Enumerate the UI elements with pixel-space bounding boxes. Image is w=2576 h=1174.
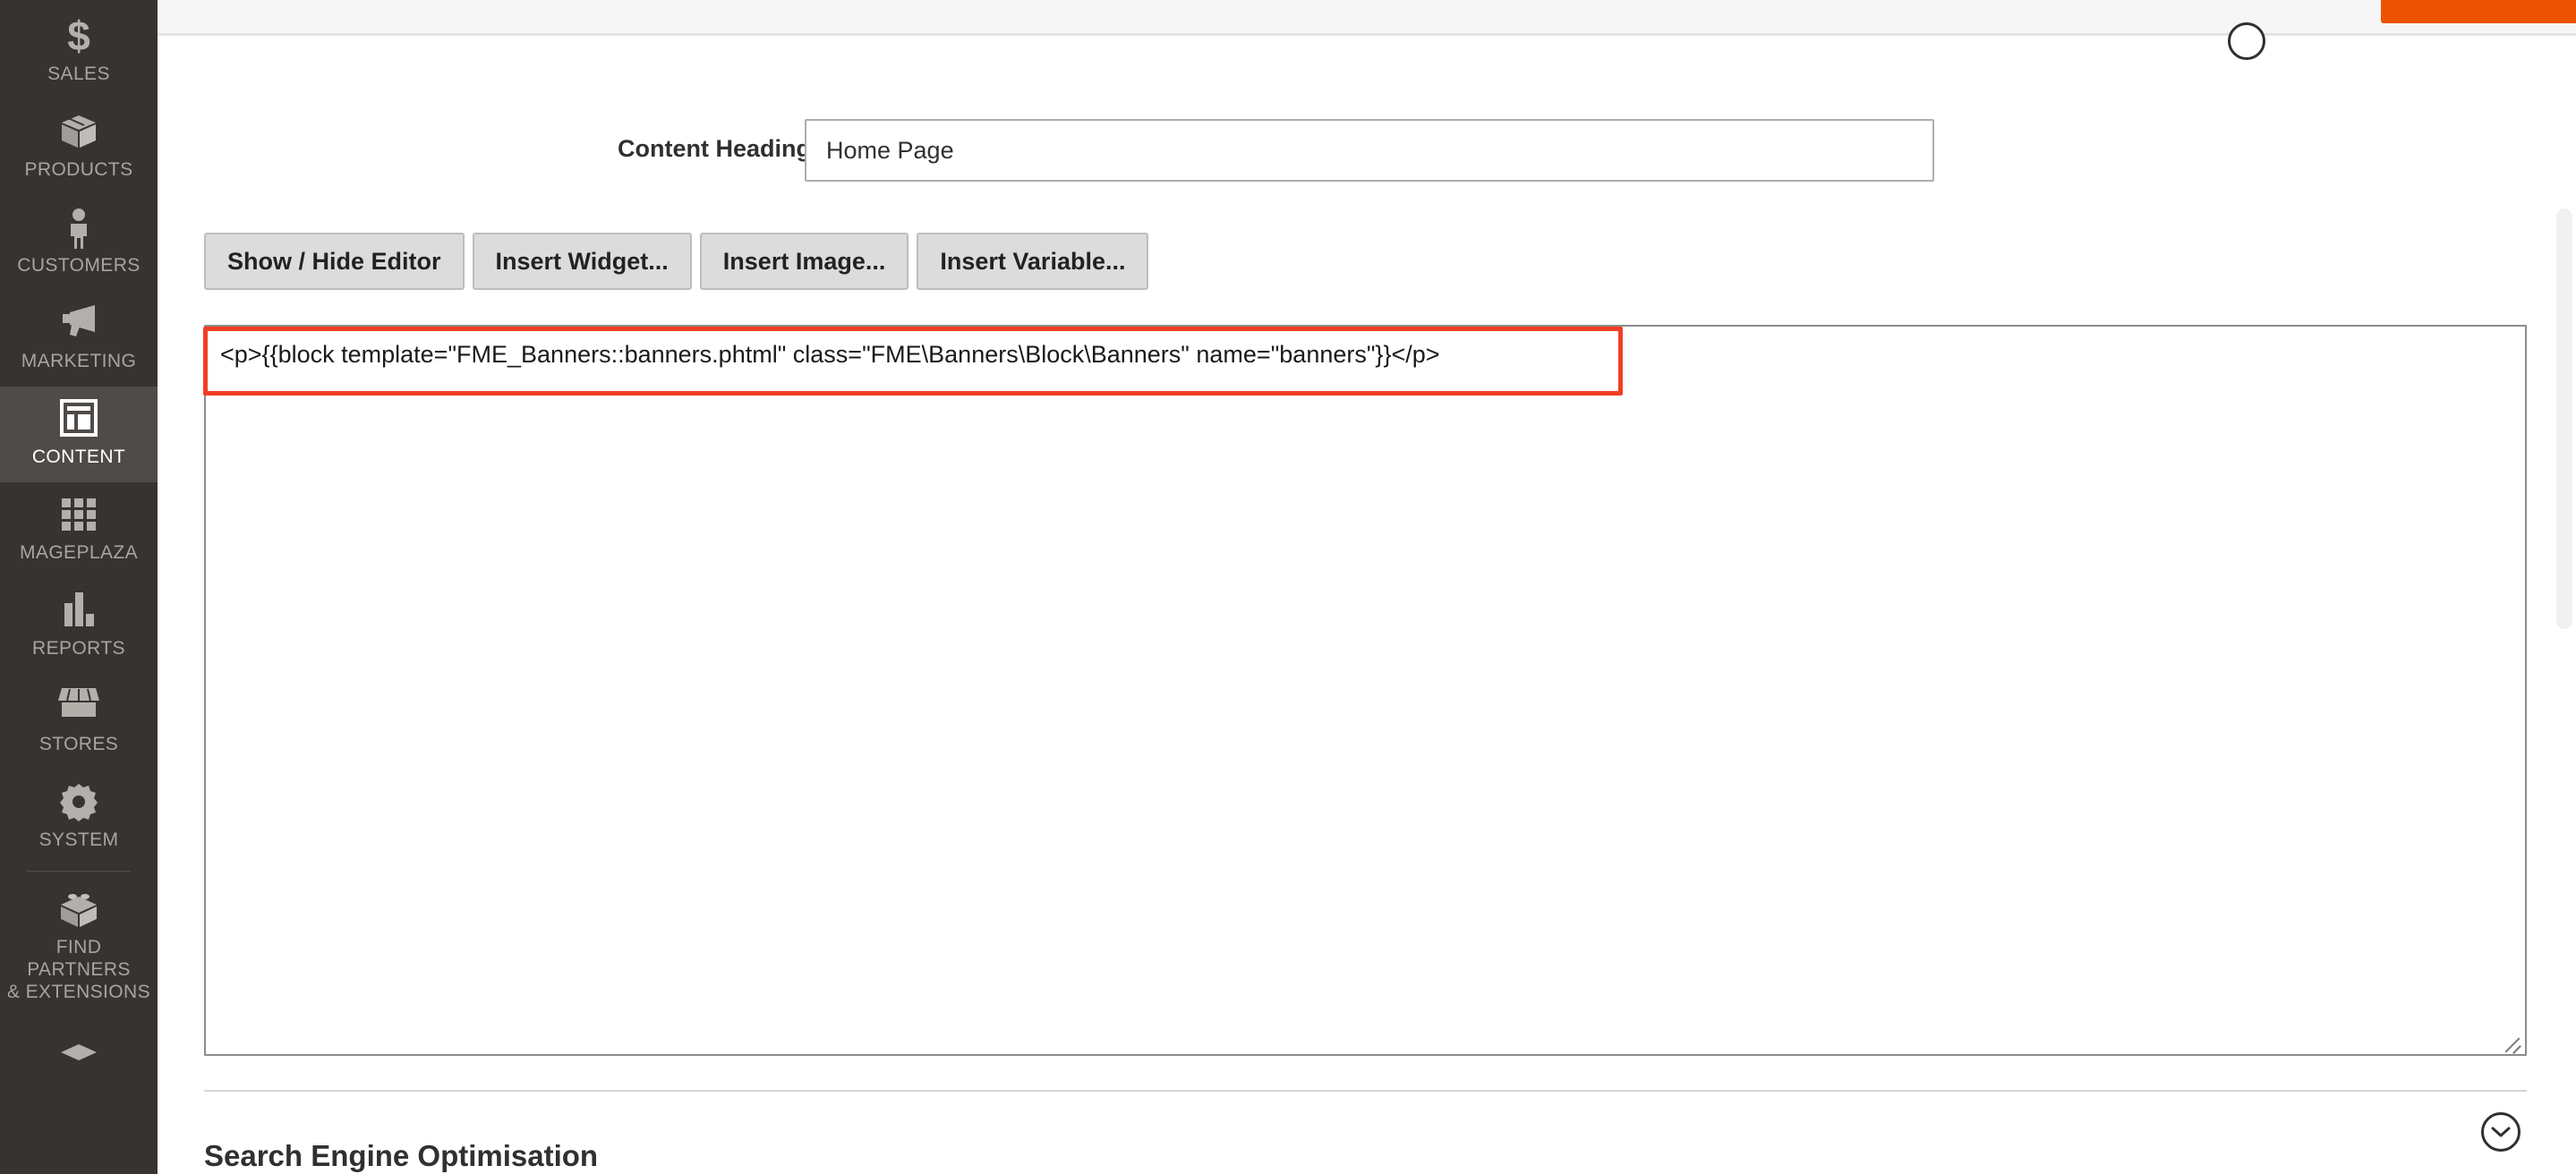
sidebar-item-label: FIND PARTNERS & EXTENSIONS <box>6 937 150 1002</box>
content-heading-input[interactable] <box>805 119 1934 182</box>
bar-chart-icon <box>4 591 154 632</box>
page-scrollbar[interactable] <box>2553 38 2576 1174</box>
sidebar-item-system[interactable]: SYSTEM <box>0 770 158 865</box>
seo-section-title: Search Engine Optimisation <box>204 1139 599 1173</box>
storefront-icon <box>4 686 154 727</box>
page-header-strip <box>158 0 2576 36</box>
seo-section-header[interactable]: Search Engine Optimisation <box>158 1108 2576 1174</box>
sidebar-divider <box>27 871 131 872</box>
save-button[interactable] <box>2381 0 2576 23</box>
sidebar-item-label: REPORTS <box>32 638 125 659</box>
sidebar-item-label: CUSTOMERS <box>17 255 141 276</box>
megaphone-icon <box>4 303 154 345</box>
insert-widget-button[interactable]: Insert Widget... <box>472 233 692 290</box>
insert-image-button[interactable]: Insert Image... <box>699 233 909 290</box>
sidebar-item-label: MARKETING <box>21 351 137 371</box>
page-scrollbar-thumb[interactable] <box>2556 208 2572 629</box>
sidebar-item-reports[interactable]: REPORTS <box>0 578 158 674</box>
sidebar-item-label: CONTENT <box>31 447 126 467</box>
chevron-down-icon[interactable] <box>2481 1112 2521 1152</box>
extension-icon <box>4 1037 154 1078</box>
sidebar-item-label: SALES <box>47 64 110 84</box>
sidebar-item-find-partners-extensions[interactable]: FIND PARTNERS & EXTENSIONS <box>0 877 158 1017</box>
admin-page-root: $ SALES PRODUCTS CUSTOMERS MARKETING CON… <box>0 0 2576 1174</box>
insert-variable-button[interactable]: Insert Variable... <box>917 233 1149 290</box>
content-textarea[interactable] <box>204 325 2527 1056</box>
content-heading-field-row: Content Heading <box>158 119 2529 182</box>
sidebar-item-partial-bottom[interactable] <box>0 1017 158 1098</box>
section-divider <box>204 1090 2527 1092</box>
section-collapse-icon-top[interactable] <box>2228 22 2265 60</box>
content-heading-label: Content Heading <box>618 135 811 162</box>
sidebar-item-label: STORES <box>38 734 119 754</box>
svg-text:$: $ <box>67 16 90 57</box>
sidebar-item-mageplaza[interactable]: MAGEPLAZA <box>0 482 158 578</box>
box-icon <box>4 112 154 153</box>
layout-icon <box>4 399 154 440</box>
sidebar-item-sales[interactable]: $ SALES <box>0 0 158 99</box>
sidebar-item-products[interactable]: PRODUCTS <box>0 99 158 195</box>
sidebar-item-customers[interactable]: CUSTOMERS <box>0 195 158 291</box>
sidebar-item-label: MAGEPLAZA <box>20 542 138 563</box>
show-hide-editor-button[interactable]: Show / Hide Editor <box>204 233 465 290</box>
gear-icon <box>4 782 154 823</box>
sidebar-item-marketing[interactable]: MARKETING <box>0 291 158 387</box>
admin-sidebar: $ SALES PRODUCTS CUSTOMERS MARKETING CON… <box>0 0 158 1174</box>
content-textarea-wrapper <box>204 325 2527 1056</box>
person-icon <box>4 208 154 249</box>
sidebar-item-label: PRODUCTS <box>24 159 133 180</box>
sidebar-item-stores[interactable]: STORES <box>0 674 158 770</box>
dollar-icon: $ <box>4 16 154 57</box>
extension-icon <box>4 889 154 931</box>
cms-page-content-section: Content Heading Show / Hide Editor Inser… <box>158 38 2576 1174</box>
sidebar-item-content[interactable]: CONTENT <box>0 387 158 482</box>
grid-icon <box>4 495 154 536</box>
editor-toolbar: Show / Hide Editor Insert Widget... Inse… <box>204 233 1149 290</box>
sidebar-item-label: SYSTEM <box>38 829 119 850</box>
